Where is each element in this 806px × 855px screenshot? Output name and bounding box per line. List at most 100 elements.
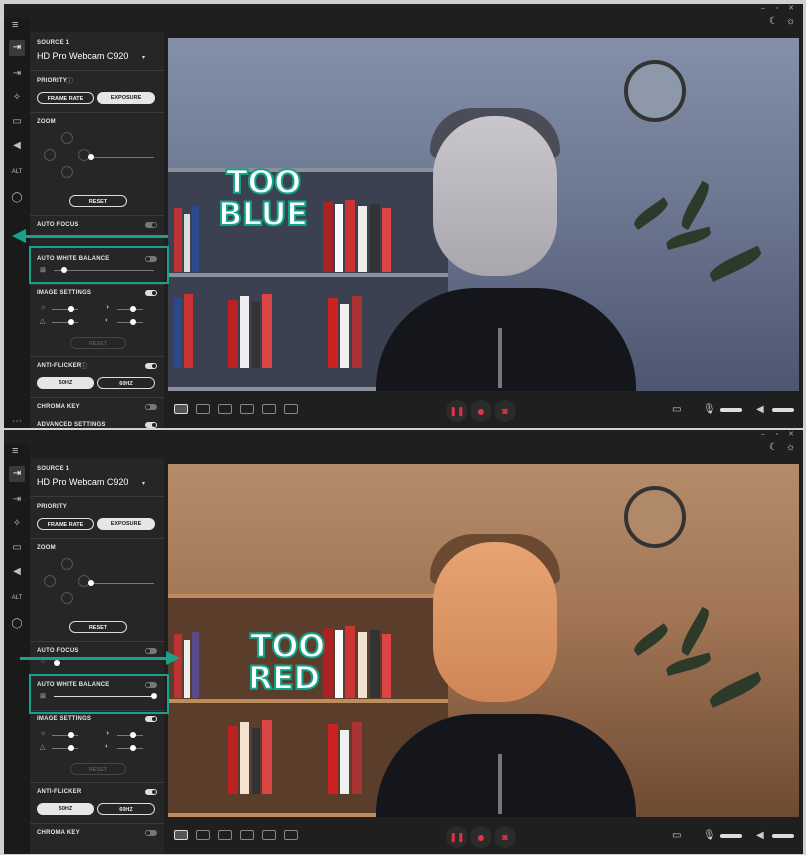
person-icon[interactable]: ◯ xyxy=(9,190,25,206)
layout-pip-icon[interactable] xyxy=(218,404,232,414)
layout-split-icon[interactable] xyxy=(196,830,210,840)
contrast-knob[interactable] xyxy=(130,306,136,312)
minimize-icon[interactable]: – xyxy=(756,4,770,14)
advanced-settings-label[interactable]: ADVANCED SETTINGS xyxy=(37,422,106,428)
auto-focus-toggle[interactable] xyxy=(145,222,157,228)
zoom-slider-track[interactable] xyxy=(90,157,154,158)
image-reset-button[interactable]: RESET xyxy=(70,337,126,349)
speaker-volume-slider[interactable] xyxy=(772,834,794,838)
mic-volume-slider[interactable] xyxy=(720,408,742,412)
source1-icon[interactable]: ⇥ xyxy=(9,40,25,56)
sun-icon[interactable]: ☼ xyxy=(786,16,795,28)
contrast-knob[interactable] xyxy=(130,732,136,738)
alt-icon[interactable]: ALT xyxy=(9,590,25,606)
info-icon[interactable]: ⓘ xyxy=(80,361,87,371)
moon-icon[interactable]: ☾ xyxy=(769,16,778,28)
pause-icon[interactable]: ❚❚ xyxy=(446,826,468,848)
magic-wand-icon[interactable]: ✧ xyxy=(9,90,25,106)
chroma-key-toggle[interactable] xyxy=(145,830,157,836)
saturation-slider[interactable] xyxy=(52,322,78,323)
minimize-icon[interactable]: – xyxy=(756,430,770,440)
layout-grid-icon[interactable] xyxy=(284,404,298,414)
image-settings-toggle[interactable] xyxy=(145,716,157,722)
60hz-button[interactable]: 60HZ xyxy=(97,377,155,389)
saturation-knob[interactable] xyxy=(68,745,74,751)
anti-flicker-toggle[interactable] xyxy=(145,789,157,795)
source1-icon[interactable]: ⇥ xyxy=(9,466,25,482)
sun-icon[interactable]: ☼ xyxy=(786,442,795,454)
brightness-slider[interactable] xyxy=(52,309,78,310)
volume-icon[interactable]: ◀ xyxy=(756,830,764,841)
zoom-slider-knob[interactable] xyxy=(88,580,94,586)
chevron-down-icon[interactable]: ▾ xyxy=(142,54,145,61)
more-icon[interactable]: ⋯ xyxy=(9,414,25,428)
folder-icon[interactable]: ▭ xyxy=(672,830,681,841)
camera-icon[interactable]: ▭ xyxy=(9,114,25,130)
layout-grid-icon[interactable] xyxy=(284,830,298,840)
sharpness-knob[interactable] xyxy=(130,319,136,325)
layout-single-icon[interactable] xyxy=(174,404,188,414)
brightness-slider[interactable] xyxy=(52,735,78,736)
source2-icon[interactable]: ⇥ xyxy=(9,492,25,508)
alt-icon[interactable]: ALT xyxy=(9,164,25,180)
maximize-icon[interactable]: ▫ xyxy=(770,430,784,440)
auto-focus-toggle[interactable] xyxy=(145,648,157,654)
menu-icon[interactable]: ≡ xyxy=(12,20,24,31)
layout-side-icon[interactable] xyxy=(262,404,276,414)
camera-icon[interactable]: ▭ xyxy=(9,540,25,556)
focus-slider-knob[interactable] xyxy=(54,660,60,666)
layout-pip2-icon[interactable] xyxy=(240,404,254,414)
exposure-button[interactable]: EXPOSURE xyxy=(97,92,155,104)
exposure-button[interactable]: EXPOSURE xyxy=(97,518,155,530)
mic-volume-slider[interactable] xyxy=(720,834,742,838)
layout-split-icon[interactable] xyxy=(196,404,210,414)
magic-wand-icon[interactable]: ✧ xyxy=(9,516,25,532)
camera-select[interactable]: HD Pro Webcam C920 xyxy=(37,477,128,487)
frame-rate-button[interactable]: FRAME RATE xyxy=(37,92,94,104)
close-icon[interactable]: ✕ xyxy=(784,4,798,14)
pan-tilt-pad[interactable] xyxy=(44,132,90,178)
person-icon[interactable]: ◯ xyxy=(9,616,25,632)
frame-rate-button[interactable]: FRAME RATE xyxy=(37,518,94,530)
image-settings-toggle[interactable] xyxy=(145,290,157,296)
maximize-icon[interactable]: ▫ xyxy=(770,4,784,14)
snapshot-icon[interactable]: ◙ xyxy=(494,826,516,848)
close-icon[interactable]: ✕ xyxy=(784,430,798,440)
zoom-slider-track[interactable] xyxy=(90,583,154,584)
mic-icon[interactable]: 🎙 xyxy=(703,830,716,841)
zoom-slider-knob[interactable] xyxy=(88,154,94,160)
menu-icon[interactable]: ≡ xyxy=(12,446,24,457)
speaker-volume-slider[interactable] xyxy=(772,408,794,412)
record-icon[interactable]: ● xyxy=(470,400,492,422)
anti-flicker-toggle[interactable] xyxy=(145,363,157,369)
50hz-button[interactable]: 50HZ xyxy=(37,803,94,815)
brightness-knob[interactable] xyxy=(68,306,74,312)
image-reset-button[interactable]: RESET xyxy=(70,763,126,775)
layout-single-icon[interactable] xyxy=(174,830,188,840)
source2-icon[interactable]: ⇥ xyxy=(9,66,25,82)
saturation-slider[interactable] xyxy=(52,748,78,749)
moon-icon[interactable]: ☾ xyxy=(769,442,778,454)
mic-icon[interactable]: 🎙 xyxy=(703,404,716,415)
speaker-icon[interactable]: ◀ xyxy=(9,138,25,154)
pause-icon[interactable]: ❚❚ xyxy=(446,400,468,422)
speaker-icon[interactable]: ◀ xyxy=(9,564,25,580)
record-icon[interactable]: ● xyxy=(470,826,492,848)
sharpness-knob[interactable] xyxy=(130,745,136,751)
reset-button[interactable]: RESET xyxy=(69,621,127,633)
saturation-knob[interactable] xyxy=(68,319,74,325)
folder-icon[interactable]: ▭ xyxy=(672,404,681,415)
camera-select[interactable]: HD Pro Webcam C920 xyxy=(37,51,128,61)
layout-pip2-icon[interactable] xyxy=(240,830,254,840)
chevron-down-icon[interactable]: ▾ xyxy=(142,480,145,487)
snapshot-icon[interactable]: ◙ xyxy=(494,400,516,422)
chroma-key-toggle[interactable] xyxy=(145,404,157,410)
layout-side-icon[interactable] xyxy=(262,830,276,840)
advanced-settings-toggle[interactable] xyxy=(145,422,157,428)
pan-tilt-pad[interactable] xyxy=(44,558,90,604)
60hz-button[interactable]: 60HZ xyxy=(97,803,155,815)
info-icon[interactable]: ⓘ xyxy=(66,76,73,86)
reset-button[interactable]: RESET xyxy=(69,195,127,207)
layout-pip-icon[interactable] xyxy=(218,830,232,840)
brightness-knob[interactable] xyxy=(68,732,74,738)
